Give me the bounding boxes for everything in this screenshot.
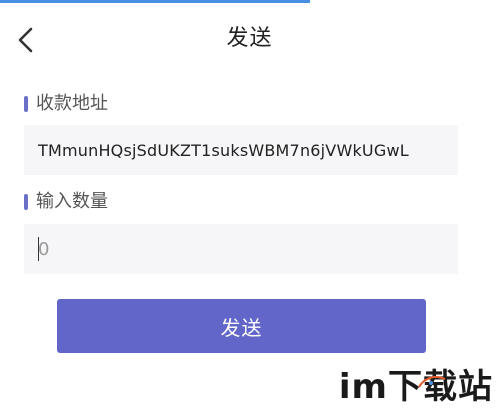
label-accent-bar <box>24 194 28 210</box>
header: 发送 <box>0 0 499 80</box>
address-label: 收款地址 <box>24 92 108 116</box>
address-label-text: 收款地址 <box>36 93 108 114</box>
amount-field[interactable] <box>24 224 458 274</box>
amount-label: 输入数量 <box>24 190 108 214</box>
text-caret <box>38 237 39 261</box>
swoosh-icon <box>418 376 446 388</box>
watermark: im下载站 <box>339 359 493 407</box>
address-field[interactable]: TMmunHQsjSdUKZT1suksWBM7n6jVWkUGwL <box>24 125 458 175</box>
send-button[interactable]: 发送 <box>57 299 426 353</box>
page-title: 发送 <box>226 26 273 51</box>
amount-label-text: 输入数量 <box>36 191 108 212</box>
amount-input[interactable] <box>38 224 444 274</box>
address-value: TMmunHQsjSdUKZT1suksWBM7n6jVWkUGwL <box>38 140 409 160</box>
label-accent-bar <box>24 96 28 112</box>
